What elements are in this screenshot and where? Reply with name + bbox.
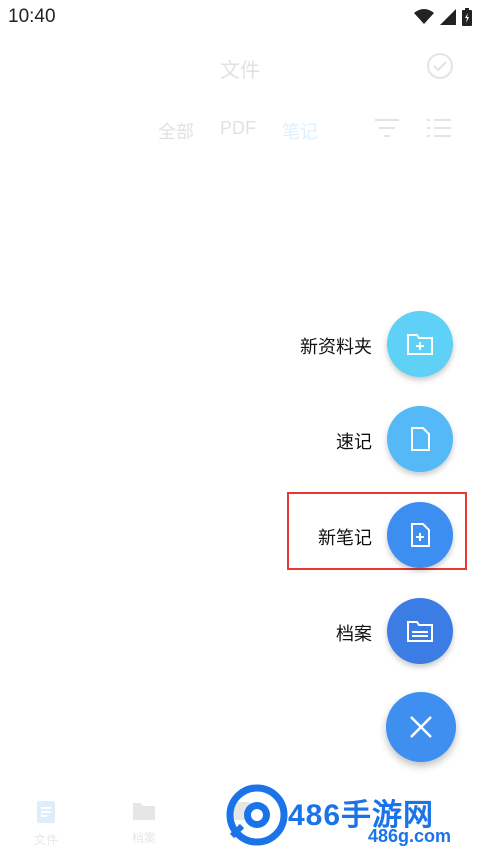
status-time: 10:40: [8, 6, 56, 27]
watermark-url: 486g.com: [368, 826, 452, 846]
new-note-label[interactable]: 新笔记: [318, 524, 372, 550]
battery-icon: [462, 8, 472, 31]
archive-label[interactable]: 档案: [336, 620, 372, 646]
tab-all[interactable]: 全部: [158, 118, 194, 144]
watermark: 486手游网 486g.com: [222, 782, 480, 852]
watermark-logo-icon: [226, 784, 288, 846]
new-note-button[interactable]: [387, 502, 453, 568]
quick-note-button[interactable]: [387, 406, 453, 472]
new-folder-label[interactable]: 新资料夹: [300, 333, 372, 359]
select-all-button[interactable]: [426, 52, 454, 80]
wifi-icon: [414, 9, 434, 30]
status-bar: 10:40: [0, 0, 480, 34]
nav-item-archive[interactable]: 档案: [114, 800, 174, 846]
note-icon: [411, 427, 430, 451]
tab-pdf[interactable]: PDF: [220, 118, 256, 144]
filter-tabs: 全部 PDF 笔记: [158, 118, 318, 144]
page-title: 文件: [220, 60, 260, 82]
note-add-icon: [411, 523, 430, 547]
sort-icon[interactable]: [374, 118, 400, 143]
new-folder-button[interactable]: [387, 311, 453, 377]
folder-icon: [133, 803, 155, 820]
archive-button[interactable]: [387, 598, 453, 664]
list-view-icon[interactable]: [426, 118, 452, 143]
close-icon: [410, 716, 432, 738]
tab-notes[interactable]: 笔记: [282, 118, 318, 144]
speed-dial-archive: 档案: [0, 598, 480, 668]
nav-label-archive: 档案: [131, 831, 156, 845]
close-speed-dial-button[interactable]: [386, 692, 456, 762]
archive-folder-icon: [407, 621, 433, 642]
folder-add-icon: [407, 334, 433, 355]
document-icon: [37, 801, 55, 823]
quick-note-label[interactable]: 速记: [336, 428, 372, 454]
nav-item-files[interactable]: 文件: [16, 800, 76, 848]
speed-dial-quick-note: 速记: [0, 406, 480, 476]
speed-dial-new-note: 新笔记: [0, 502, 480, 572]
signal-icon: [440, 9, 456, 30]
nav-label-files: 文件: [33, 833, 58, 847]
speed-dial-new-folder: 新资料夹: [0, 311, 480, 381]
